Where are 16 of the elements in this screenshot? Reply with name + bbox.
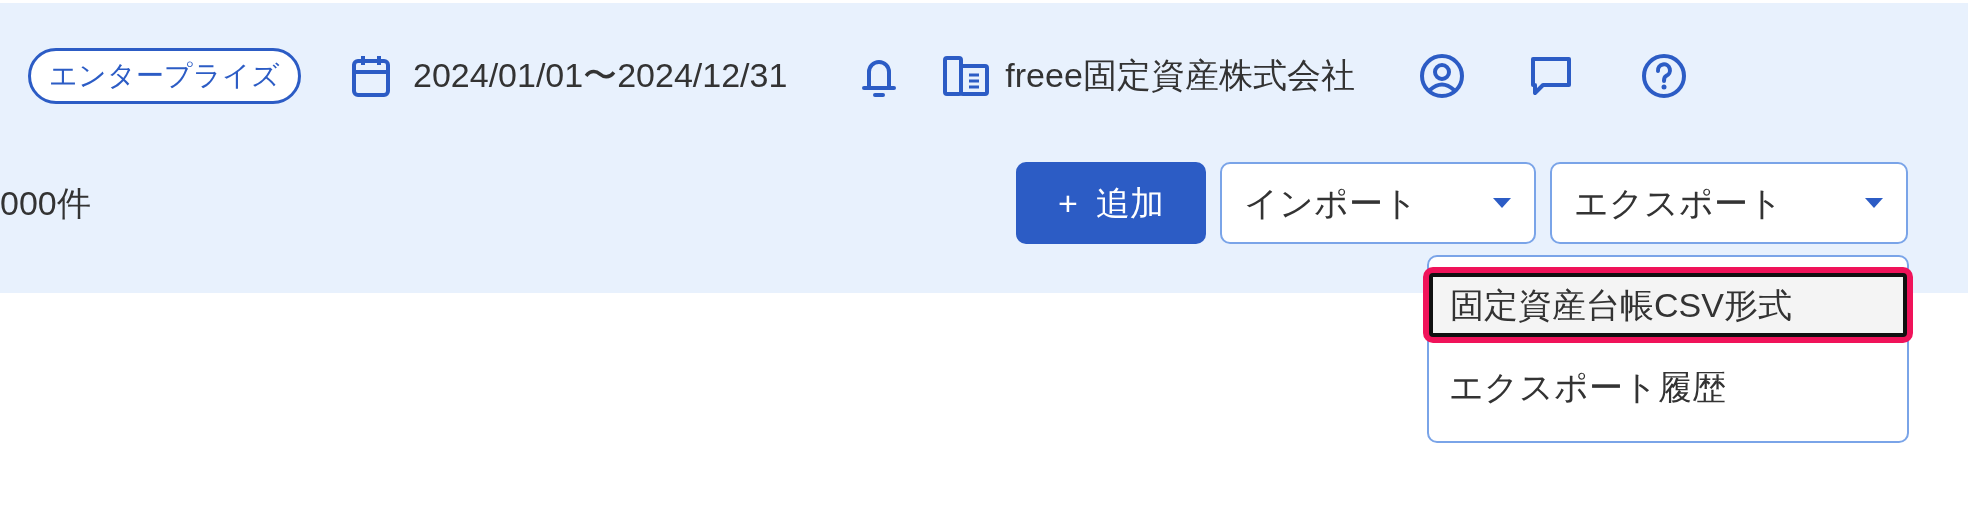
help-icon[interactable] bbox=[1640, 52, 1687, 99]
export-button[interactable]: エクスポート bbox=[1550, 162, 1908, 244]
menu-item[interactable]: エクスポート履歴 bbox=[1429, 349, 1907, 425]
user-icon[interactable] bbox=[1418, 52, 1465, 99]
menu-item[interactable]: 固定資産台帳CSV形式 bbox=[1423, 267, 1913, 343]
import-button[interactable]: インポート bbox=[1220, 162, 1536, 244]
caret-icon bbox=[1492, 197, 1512, 209]
add-button[interactable]: + 追加 bbox=[1016, 162, 1206, 244]
caret-icon bbox=[1864, 197, 1884, 209]
building-icon bbox=[943, 55, 990, 96]
chat-icon[interactable] bbox=[1528, 54, 1573, 97]
company-name[interactable]: freee固定資産株式会社 bbox=[1005, 50, 1355, 101]
period-text[interactable]: 2024/01/01〜2024/12/31 bbox=[413, 50, 788, 101]
calendar-icon bbox=[351, 53, 391, 98]
record-count: 000件 bbox=[0, 182, 91, 224]
plan-badge: エンタープライズ bbox=[28, 47, 301, 104]
